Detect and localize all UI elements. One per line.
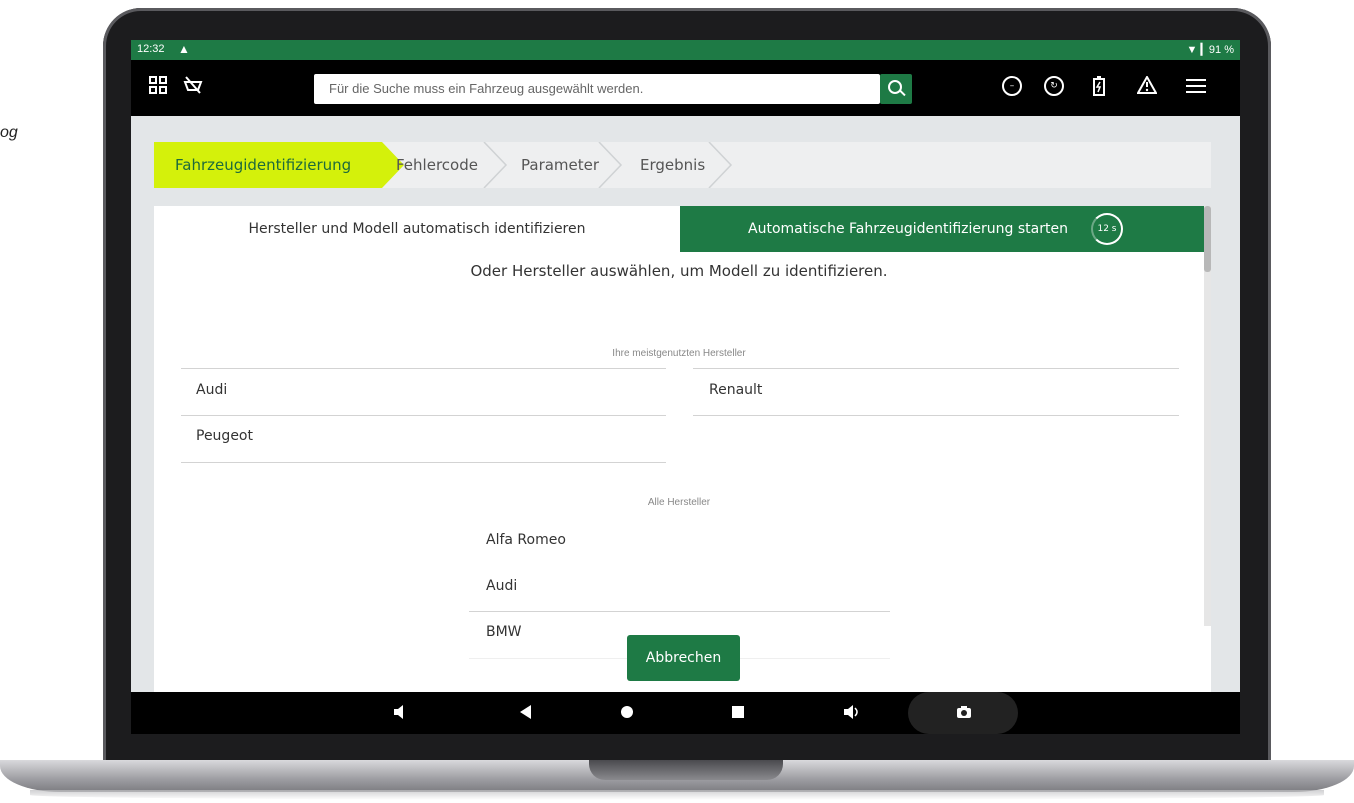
chevron-right-icon xyxy=(482,142,510,188)
laptop-shadow xyxy=(30,790,1324,800)
chevron-right-icon xyxy=(597,142,625,188)
search-placeholder: Für die Suche muss ein Fahrzeug ausgewäh… xyxy=(329,81,644,96)
list-item-bmw[interactable]: BMW xyxy=(486,624,522,640)
all-manufacturers-label: Alle Hersteller xyxy=(647,497,711,508)
status-bar: 12:32 ▲ ▼ ▎91 % xyxy=(131,40,1240,60)
stop-icon[interactable]: – xyxy=(1002,76,1022,96)
search-button[interactable] xyxy=(880,74,912,104)
cancel-button[interactable]: Abbrechen xyxy=(627,635,740,681)
step-result[interactable]: Ergebnis xyxy=(640,142,705,188)
frequent-item-peugeot[interactable]: Peugeot xyxy=(196,428,253,444)
no-connection-icon[interactable] xyxy=(183,76,203,98)
breadcrumb: Fahrzeugidentifizierung Fehlercode Param… xyxy=(154,142,1211,188)
side-caption: og xyxy=(0,124,18,141)
scrollbar-thumb[interactable] xyxy=(1204,206,1211,272)
volume-down-icon[interactable] xyxy=(393,704,407,724)
back-icon[interactable] xyxy=(519,704,533,724)
frequent-manufacturers-label: Ihre meistgenutzten Hersteller xyxy=(612,348,746,359)
top-bar: Für die Suche muss ein Fahrzeug ausgewäh… xyxy=(131,60,1240,116)
search-input[interactable]: Für die Suche muss ein Fahrzeug ausgewäh… xyxy=(314,74,880,104)
choose-manufacturer-subtitle: Oder Hersteller auswählen, um Modell zu … xyxy=(470,262,888,280)
countdown-timer: 12 s xyxy=(1091,213,1123,245)
battery-icon[interactable] xyxy=(1093,76,1105,100)
start-auto-identify-button[interactable]: Automatische Fahrzeugidentifizierung sta… xyxy=(680,206,1207,252)
menu-icon[interactable] xyxy=(1186,76,1206,98)
step-vehicle-identification[interactable]: Fahrzeugidentifizierung xyxy=(154,142,382,188)
battery-status: ▼ ▎91 % xyxy=(1186,44,1234,56)
grid-icon[interactable] xyxy=(149,76,167,98)
status-time: 12:32 xyxy=(137,43,165,55)
laptop-notch xyxy=(589,760,783,780)
start-auto-identify-label: Automatische Fahrzeugidentifizierung sta… xyxy=(748,221,1068,237)
warning-icon[interactable] xyxy=(1136,74,1158,98)
frequent-item-renault[interactable]: Renault xyxy=(709,382,762,398)
auto-identify-label: Hersteller und Modell automatisch identi… xyxy=(248,221,586,237)
speed-icon[interactable]: ↻ xyxy=(1044,76,1064,96)
screenshot-pill[interactable] xyxy=(908,692,1018,734)
home-icon[interactable] xyxy=(620,704,634,724)
recents-icon[interactable] xyxy=(731,704,745,724)
chevron-right-icon xyxy=(707,142,735,188)
navigation-bar xyxy=(131,692,1240,734)
android-icon: ▲ xyxy=(178,42,190,56)
volume-up-icon[interactable] xyxy=(843,704,861,724)
camera-icon[interactable] xyxy=(956,704,972,724)
tablet-screen: 12:32 ▲ ▼ ▎91 % Für die Suche muss ein F… xyxy=(131,40,1240,734)
step-parameter[interactable]: Parameter xyxy=(521,142,599,188)
step-fault-code[interactable]: Fehlercode xyxy=(396,142,478,188)
list-item-alfa-romeo[interactable]: Alfa Romeo xyxy=(486,532,566,548)
frequent-item-audi[interactable]: Audi xyxy=(196,382,227,398)
manufacturer-dialog: Hersteller und Modell automatisch identi… xyxy=(154,206,1211,734)
list-item-audi[interactable]: Audi xyxy=(486,578,517,594)
